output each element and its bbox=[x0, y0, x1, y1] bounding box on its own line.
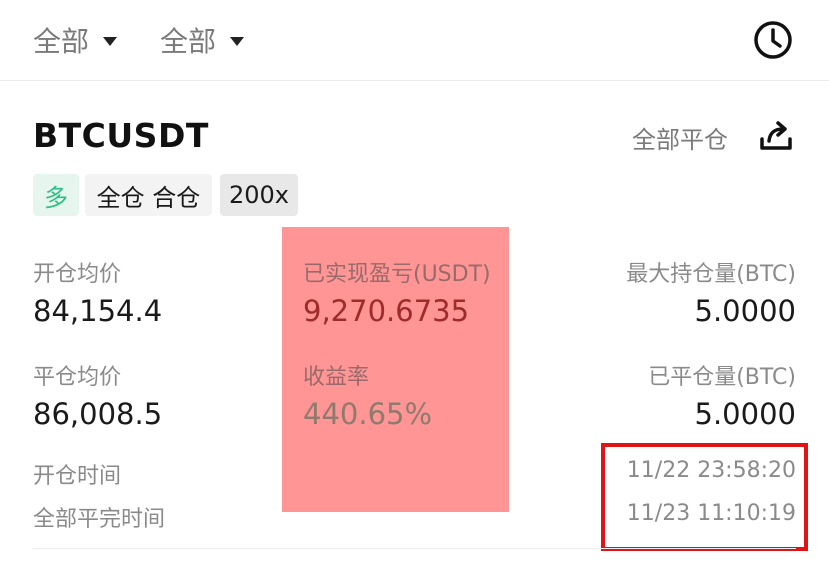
full-close-time-label: 全部平完时间 bbox=[33, 507, 166, 532]
filter-dropdown-1[interactable]: 全部 bbox=[33, 20, 118, 60]
max-hold-label: 最大持仓量(BTC) bbox=[626, 262, 796, 287]
filter-2-label: 全部 bbox=[160, 25, 217, 58]
share-icon[interactable] bbox=[757, 118, 795, 156]
close-avg-price-value: 86,008.5 bbox=[33, 397, 163, 431]
realized-pnl-label: 已实现盈亏(USDT) bbox=[303, 262, 491, 287]
max-hold-value: 5.0000 bbox=[694, 294, 796, 328]
open-avg-price-value: 84,154.4 bbox=[33, 294, 163, 328]
side-tag: 多 bbox=[33, 174, 79, 216]
annotation-highlight-frame bbox=[601, 443, 808, 551]
divider bbox=[33, 548, 796, 549]
caret-down-icon bbox=[103, 36, 118, 46]
close-avg-price-label: 平仓均价 bbox=[33, 365, 122, 390]
position-symbol: BTCUSDT bbox=[33, 116, 209, 155]
yield-value: 440.65% bbox=[303, 397, 433, 431]
close-all-button[interactable]: 全部平仓 bbox=[632, 120, 728, 155]
margin-mode-tag: 全仓 合仓 bbox=[85, 174, 212, 216]
filter-bar: 全部 全部 bbox=[0, 0, 829, 81]
leverage-tag: 200x bbox=[220, 174, 298, 216]
closed-qty-value: 5.0000 bbox=[694, 397, 796, 431]
clock-history-icon[interactable] bbox=[752, 19, 794, 61]
yield-label: 收益率 bbox=[303, 365, 370, 390]
closed-qty-label: 已平仓量(BTC) bbox=[648, 365, 796, 390]
filter-1-label: 全部 bbox=[33, 25, 90, 58]
open-time-label: 开仓时间 bbox=[33, 464, 122, 489]
open-avg-price-label: 开仓均价 bbox=[33, 262, 122, 287]
caret-down-icon bbox=[230, 36, 245, 46]
realized-pnl-value: 9,270.6735 bbox=[303, 294, 470, 328]
position-history-screen: 全部 全部 BTCUSDT 全部平仓 多 全仓 合仓 200x 开仓均价 84,… bbox=[0, 0, 829, 573]
filter-dropdown-2[interactable]: 全部 bbox=[160, 20, 245, 60]
